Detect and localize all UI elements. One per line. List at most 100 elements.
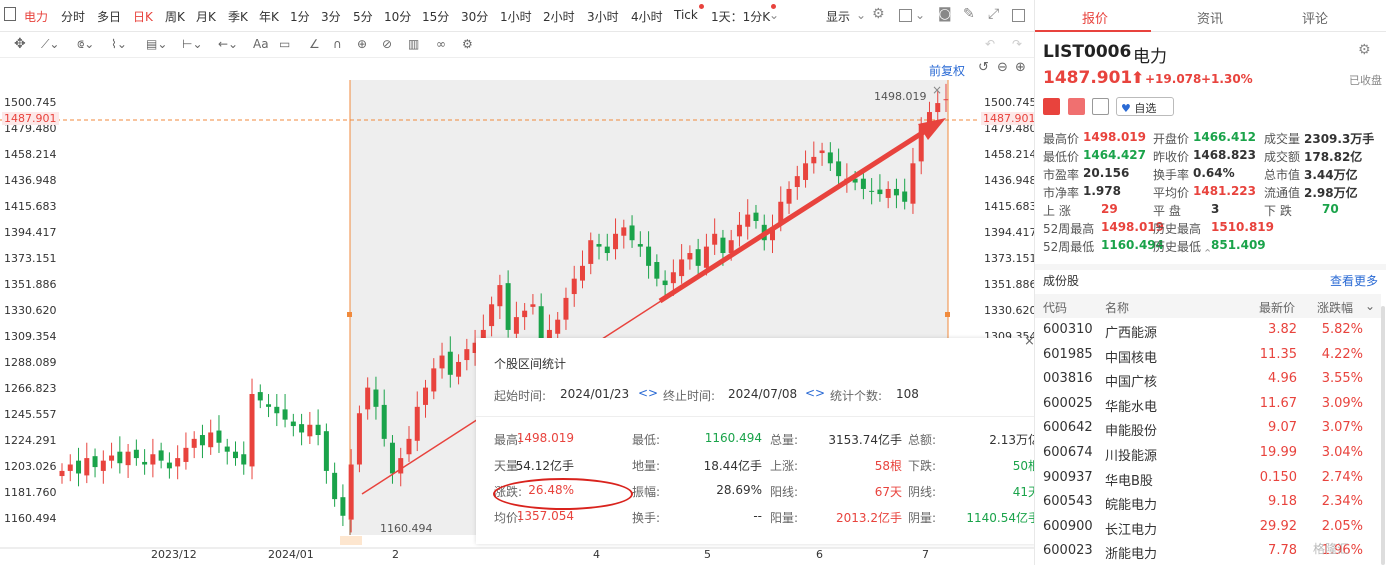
period-3h[interactable]: 3小时 bbox=[587, 8, 619, 25]
link-icon[interactable]: ∞ bbox=[436, 37, 446, 51]
display-button[interactable]: 显示 bbox=[826, 8, 850, 25]
table-row[interactable]: 600900 长江电力 29.92 2.05% bbox=[1035, 515, 1381, 540]
period-2h[interactable]: 2小时 bbox=[543, 8, 575, 25]
cell-change: 5.82% bbox=[1321, 322, 1363, 337]
period-1min[interactable]: 1分 bbox=[290, 8, 310, 25]
tab-quote[interactable]: 报价 bbox=[1080, 8, 1110, 27]
text-tool-icon[interactable]: Aa bbox=[253, 37, 269, 51]
table-row[interactable]: 003816 中国广核 4.96 3.55% bbox=[1035, 367, 1381, 392]
chevron-down-icon[interactable]: ⌄ bbox=[915, 8, 925, 22]
quote-value: 1464.427 bbox=[1083, 148, 1147, 162]
candle-body bbox=[819, 150, 825, 154]
collapse-icon[interactable]: ⌃ bbox=[1203, 247, 1212, 260]
period-jik[interactable]: 季K bbox=[228, 8, 248, 25]
flash-icon[interactable] bbox=[1068, 98, 1085, 115]
col-name[interactable]: 名称 bbox=[1105, 299, 1129, 316]
fib-tool-icon[interactable]: ▤⌄ bbox=[146, 37, 167, 51]
view-more-link[interactable]: 查看更多 bbox=[1330, 272, 1378, 289]
period-rik[interactable]: 日K bbox=[133, 8, 153, 25]
table-row[interactable]: 600642 申能股份 9.07 3.07% bbox=[1035, 416, 1381, 441]
watchlist-button[interactable]: ♥ 自选 bbox=[1116, 97, 1174, 116]
candle-body bbox=[241, 454, 247, 465]
cell-price: 11.35 bbox=[1259, 346, 1297, 362]
table-row[interactable]: 600674 川投能源 19.99 3.04% bbox=[1035, 441, 1381, 466]
stock-name-tab[interactable]: 电力 bbox=[24, 8, 48, 25]
undo-icon[interactable]: ↶ bbox=[985, 37, 995, 51]
settings-gear-icon[interactable]: ⚙ bbox=[872, 6, 885, 22]
lock-drawings-icon[interactable]: ⊕ bbox=[357, 37, 367, 51]
period-yuek[interactable]: 月K bbox=[196, 8, 216, 25]
move-icon[interactable]: ✥ bbox=[14, 37, 26, 51]
cell-change: 3.55% bbox=[1321, 371, 1363, 387]
measure-tool-icon[interactable]: ⊢⌄ bbox=[182, 37, 203, 51]
period-15min[interactable]: 15分 bbox=[422, 8, 449, 25]
watch-label: 自选 bbox=[1134, 102, 1157, 115]
table-row[interactable]: 600025 华能水电 11.67 3.09% bbox=[1035, 392, 1381, 417]
pencil-icon[interactable]: ✎ bbox=[963, 6, 975, 22]
period-5min[interactable]: 5分 bbox=[353, 8, 373, 25]
period-4h[interactable]: 4小时 bbox=[631, 8, 663, 25]
wave-tool-icon[interactable]: ⌇⌄ bbox=[111, 37, 127, 51]
comment-icon[interactable]: ▭ bbox=[279, 37, 290, 51]
candle-body bbox=[117, 451, 123, 464]
candle-body bbox=[414, 406, 420, 441]
scrollbar[interactable] bbox=[1381, 306, 1385, 565]
sidebar-toggle-icon[interactable] bbox=[4, 7, 16, 21]
candle-body bbox=[183, 447, 189, 462]
redo-icon[interactable]: ↷ bbox=[1012, 37, 1022, 51]
camera-icon[interactable]: ◙ bbox=[938, 6, 952, 22]
cell-name: 皖能电力 bbox=[1105, 498, 1158, 514]
checkbox-icon[interactable] bbox=[899, 9, 912, 22]
delete-icon[interactable]: ▥ bbox=[408, 37, 419, 51]
quote-value: 20.156 bbox=[1083, 166, 1130, 180]
period-3min[interactable]: 3分 bbox=[321, 8, 341, 25]
col-change[interactable]: 涨跌幅 bbox=[1317, 299, 1353, 316]
candle-body bbox=[76, 460, 82, 474]
arrow-tool-icon[interactable]: ←⌄ bbox=[218, 37, 238, 51]
zoom-in-icon[interactable]: ⊕ bbox=[1015, 60, 1026, 75]
chevron-down-icon[interactable]: ⌄ bbox=[856, 8, 866, 22]
candle-body bbox=[447, 351, 453, 375]
col-code[interactable]: 代码 bbox=[1043, 299, 1067, 316]
table-row[interactable]: 600543 皖能电力 9.18 2.34% bbox=[1035, 490, 1381, 515]
period-fenshi[interactable]: 分时 bbox=[61, 8, 85, 25]
table-row[interactable]: 600310 广西能源 3.82 5.82% bbox=[1035, 318, 1381, 343]
line-tool-icon[interactable]: ⟋⌄ bbox=[41, 37, 59, 51]
channel-tool-icon[interactable]: ⟃⌄ bbox=[77, 37, 94, 51]
col-price[interactable]: 最新价 bbox=[1259, 299, 1295, 316]
candle-body bbox=[389, 442, 395, 474]
period-duori[interactable]: 多日 bbox=[97, 8, 121, 25]
tab-news[interactable]: 资讯 bbox=[1195, 8, 1225, 27]
period-1day-1min[interactable]: 1天：1分K bbox=[711, 4, 777, 25]
period-1h[interactable]: 1小时 bbox=[500, 8, 532, 25]
zoom-out-icon[interactable]: ⊖ bbox=[997, 60, 1008, 75]
adjust-end-icon[interactable]: <> bbox=[805, 386, 825, 400]
note-icon[interactable] bbox=[1092, 98, 1109, 115]
period-niank[interactable]: 年K bbox=[259, 8, 279, 25]
y-tick-label-right: 1415.683 bbox=[984, 200, 1037, 213]
table-row[interactable]: 601985 中国核电 11.35 4.22% bbox=[1035, 343, 1381, 368]
period-zhouk[interactable]: 周K bbox=[165, 8, 185, 25]
adjust-start-icon[interactable]: <> bbox=[638, 386, 658, 400]
table-row[interactable]: 900937 华电B股 0.150 2.74% bbox=[1035, 466, 1381, 491]
angle-icon[interactable]: ∠ bbox=[309, 37, 320, 51]
restore-select[interactable]: 前复权 bbox=[929, 62, 965, 79]
cell-name: 广西能源 bbox=[1105, 326, 1158, 341]
tab-comments[interactable]: 评论 bbox=[1300, 8, 1330, 27]
magnet-icon[interactable]: ∩ bbox=[333, 37, 342, 51]
settings-icon[interactable]: ⚙ bbox=[1358, 42, 1371, 58]
chevron-down-icon[interactable]: ⌄ bbox=[1365, 299, 1375, 313]
period-tick[interactable]: Tick bbox=[674, 4, 704, 22]
cell-code: 600025 bbox=[1043, 395, 1093, 411]
chevron-down-icon[interactable]: ⌄ bbox=[769, 8, 779, 22]
hide-drawings-icon[interactable]: ⊘ bbox=[382, 37, 392, 51]
reset-icon[interactable]: ↺ bbox=[978, 60, 989, 75]
period-10min[interactable]: 10分 bbox=[384, 8, 411, 25]
y-tick-label: 1458.214 bbox=[4, 148, 57, 161]
toolbar-settings-icon[interactable]: ⚙ bbox=[462, 37, 473, 51]
period-30min[interactable]: 30分 bbox=[461, 8, 488, 25]
fullscreen-icon[interactable]: ⤢ bbox=[988, 6, 999, 22]
layout-icon[interactable] bbox=[1012, 9, 1025, 22]
candle-body bbox=[497, 285, 503, 307]
price-tag-right: 1487.901 bbox=[981, 112, 1038, 125]
